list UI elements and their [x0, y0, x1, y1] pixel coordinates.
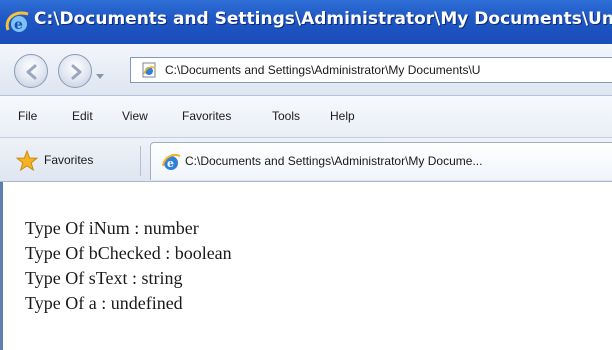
favorites-bar: Favorites e C:\Documents and Settings\Ad…: [0, 138, 612, 182]
internet-explorer-icon: e: [161, 152, 181, 177]
navigation-bar: C:\Documents and Settings\Administrator\…: [0, 44, 612, 96]
browser-tab[interactable]: e C:\Documents and Settings\Administrato…: [150, 142, 612, 180]
menu-bar: File Edit View Favorites Tools Help: [0, 96, 612, 138]
back-button[interactable]: [14, 54, 48, 88]
forward-arrow-icon: [71, 64, 82, 80]
menu-help[interactable]: Help: [330, 109, 355, 123]
forward-button[interactable]: [58, 54, 92, 88]
toolbar-separator: [140, 146, 141, 176]
output-line: Type Of sText : string: [25, 268, 183, 288]
chevron-down-icon: [96, 74, 104, 79]
output-list: Type Of iNum : number Type Of bChecked :…: [25, 216, 232, 316]
page-icon: [141, 62, 157, 82]
internet-explorer-icon: e: [4, 8, 32, 36]
window-title: C:\Documents and Settings\Administrator\…: [34, 9, 612, 29]
page-content: Type Of iNum : number Type Of bChecked :…: [0, 182, 612, 350]
favorites-label: Favorites: [44, 153, 94, 167]
output-line: Type Of a : undefined: [25, 293, 183, 313]
menu-favorites[interactable]: Favorites: [182, 109, 231, 123]
address-bar[interactable]: C:\Documents and Settings\Administrator\…: [130, 57, 612, 83]
address-url: C:\Documents and Settings\Administrator\…: [165, 63, 481, 77]
svg-text:e: e: [167, 157, 174, 170]
window-title-bar[interactable]: e C:\Documents and Settings\Administrato…: [0, 0, 612, 44]
menu-tools[interactable]: Tools: [272, 109, 300, 123]
tab-title: C:\Documents and Settings\Administrator\…: [185, 154, 483, 168]
back-arrow-icon: [26, 64, 37, 80]
recent-pages-dropdown[interactable]: [95, 68, 105, 86]
menu-edit[interactable]: Edit: [72, 109, 93, 123]
output-line: Type Of bChecked : boolean: [25, 243, 232, 263]
output-line: Type Of iNum : number: [25, 218, 199, 238]
menu-file[interactable]: File: [18, 109, 37, 123]
star-icon: [15, 149, 39, 177]
menu-view[interactable]: View: [122, 109, 148, 123]
svg-text:e: e: [14, 17, 23, 33]
